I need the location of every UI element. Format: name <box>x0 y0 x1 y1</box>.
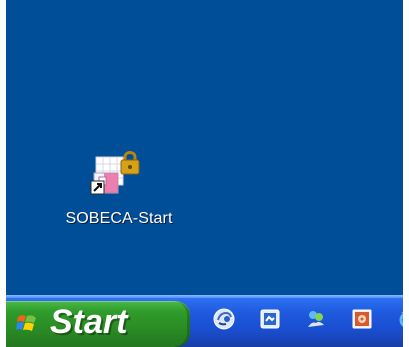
desktop-icon-label: SOBECA-Start <box>65 210 173 227</box>
desktop-background[interactable]: SOBECA-Start <box>6 0 403 295</box>
desktop-shortcut-sobeca-start[interactable]: SOBECA-Start <box>54 146 184 228</box>
media-player-icon[interactable] <box>350 307 374 331</box>
start-label: Start <box>50 303 128 341</box>
screen: SOBECA-Start Start <box>0 0 409 347</box>
browser-icon[interactable] <box>212 307 236 331</box>
internet-explorer-icon[interactable] <box>396 307 403 331</box>
quick-launch-toolbar <box>212 307 403 335</box>
windows-logo-icon <box>16 312 40 336</box>
desktop-icon[interactable] <box>258 307 282 331</box>
messenger-icon[interactable] <box>304 307 328 331</box>
taskbar: Start <box>6 295 403 347</box>
start-button[interactable]: Start <box>6 301 190 347</box>
shortcut-lock-spreadsheet-icon <box>87 146 151 202</box>
